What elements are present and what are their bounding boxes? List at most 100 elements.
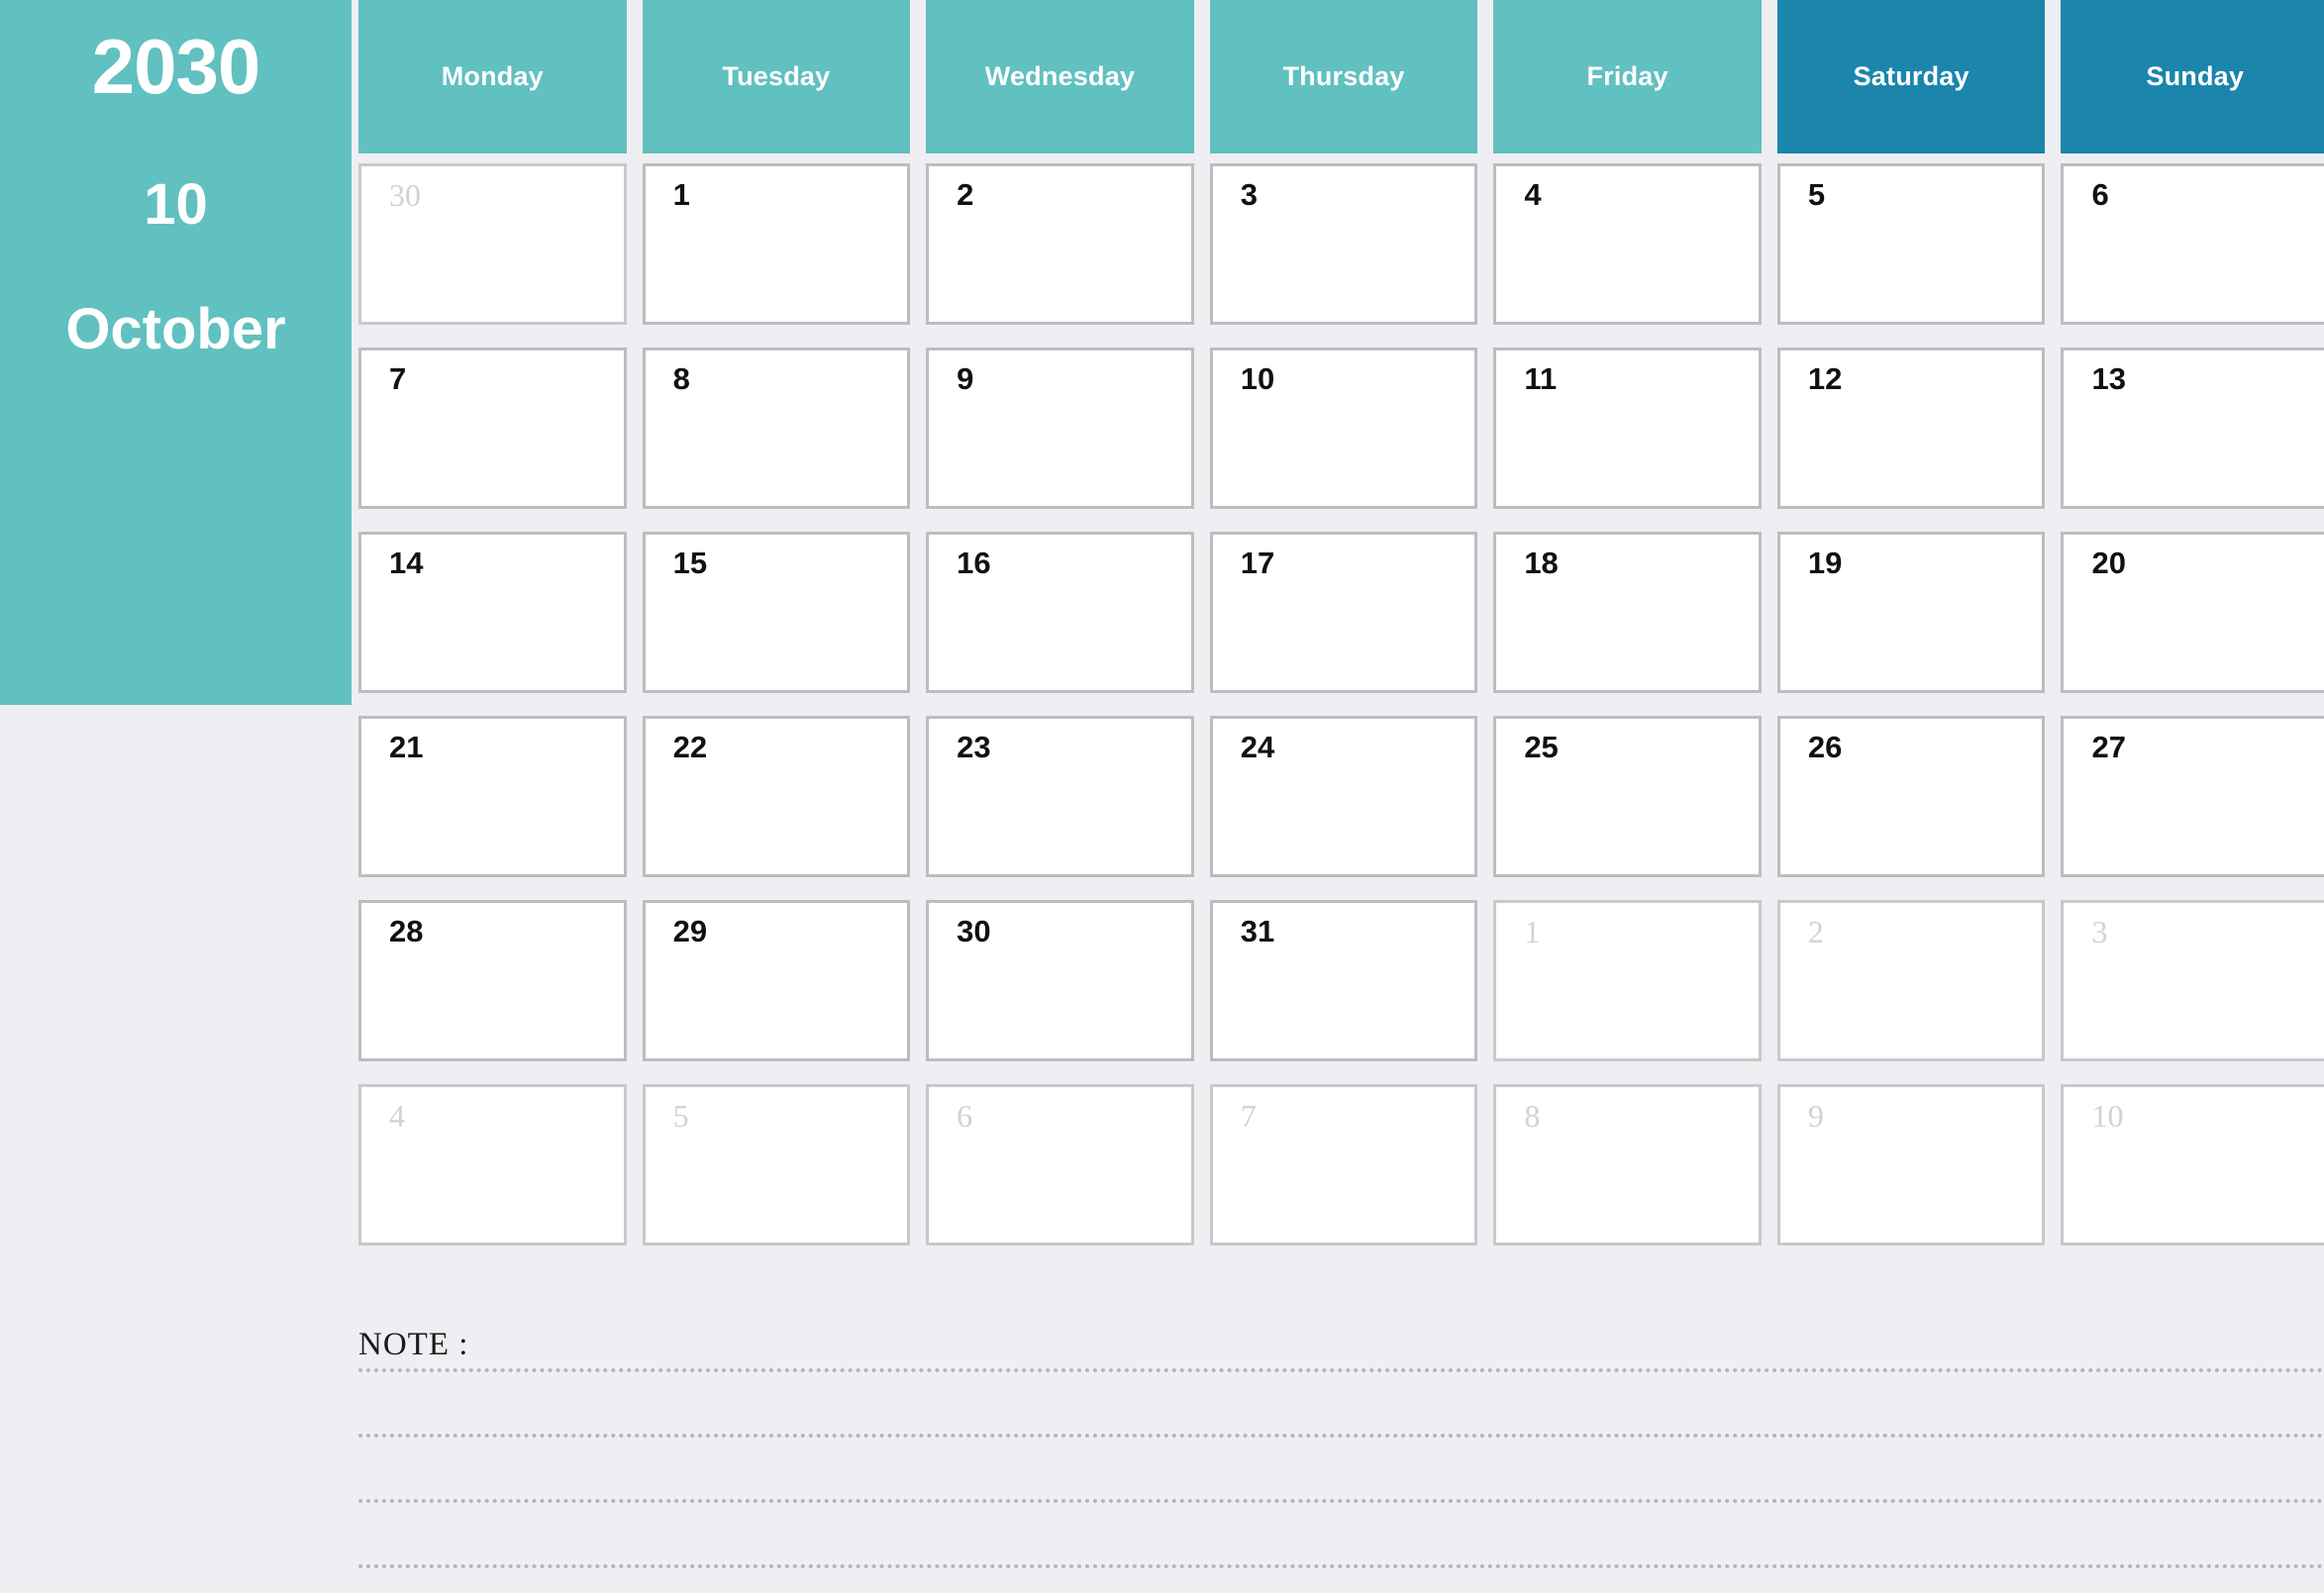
day-number: 31 xyxy=(1240,914,1275,948)
day-number: 2 xyxy=(957,177,974,212)
day-cell[interactable]: 6 xyxy=(2061,163,2324,325)
day-number: 8 xyxy=(672,361,690,396)
note-write-line[interactable] xyxy=(358,1564,2324,1568)
day-cell-wrapper: 8 xyxy=(1493,1074,1762,1258)
day-cell-wrapper: 10 xyxy=(2061,1074,2324,1258)
day-number: 5 xyxy=(672,1098,689,1134)
weekday-header-wednesday: Wednesday xyxy=(926,0,1194,153)
day-number: 2 xyxy=(1807,914,1824,949)
note-lines[interactable] xyxy=(358,1309,2324,1593)
weekday-header-thursday: Thursday xyxy=(1209,0,1478,153)
note-section: NOTE : xyxy=(358,1309,2324,1593)
day-number: 26 xyxy=(1807,730,1843,764)
day-cell-wrapper: 15 xyxy=(642,522,911,706)
day-number: 30 xyxy=(957,914,991,948)
day-number: 4 xyxy=(1524,177,1542,212)
day-number: 27 xyxy=(2091,730,2126,764)
day-cell-wrapper: 3 xyxy=(2061,890,2324,1074)
day-cell-wrapper: 30 xyxy=(926,890,1194,1074)
day-cell[interactable]: 10 xyxy=(1209,348,1478,509)
day-number: 22 xyxy=(672,730,708,764)
day-cell[interactable]: 15 xyxy=(642,532,911,693)
day-number: 24 xyxy=(1240,730,1275,764)
calendar-grid: Monday Tuesday Wednesday Thursday Friday Satu… xyxy=(358,0,2324,1259)
day-number: 16 xyxy=(957,546,991,580)
weekday-header-sunday: Sunday xyxy=(2061,0,2324,153)
note-write-line[interactable] xyxy=(358,1368,2324,1372)
day-cell-adjacent-month[interactable]: 4 xyxy=(358,1084,627,1245)
day-cell[interactable]: 29 xyxy=(642,900,911,1061)
weekday-header-row: Monday Tuesday Wednesday Thursday Friday Satu… xyxy=(358,0,2324,153)
weekday-header-friday: Friday xyxy=(1493,0,1762,153)
day-cell-adjacent-month[interactable]: 30 xyxy=(358,163,627,325)
day-cell[interactable]: 2 xyxy=(926,163,1194,325)
day-cell[interactable]: 7 xyxy=(358,348,627,509)
day-cell[interactable]: 19 xyxy=(1776,532,2046,693)
day-cell-adjacent-month[interactable]: 9 xyxy=(1776,1084,2046,1245)
day-cell[interactable]: 27 xyxy=(2061,716,2324,877)
day-number: 8 xyxy=(1524,1098,1541,1134)
day-cell-adjacent-month[interactable]: 8 xyxy=(1493,1084,1762,1245)
note-write-line[interactable] xyxy=(358,1499,2324,1503)
day-number: 14 xyxy=(389,546,424,580)
day-cell-wrapper: 3 xyxy=(1209,153,1478,338)
day-number: 6 xyxy=(957,1098,973,1134)
day-cell[interactable]: 8 xyxy=(642,348,911,509)
note-write-line[interactable] xyxy=(358,1434,2324,1438)
week-row: 14 15 16 17 18 19 20 xyxy=(358,522,2324,706)
day-cell-adjacent-month[interactable]: 1 xyxy=(1493,900,1762,1061)
day-cell-adjacent-month[interactable]: 5 xyxy=(642,1084,911,1245)
day-cell[interactable]: 26 xyxy=(1776,716,2046,877)
day-cell-wrapper: 23 xyxy=(926,706,1194,890)
day-number: 15 xyxy=(672,546,708,580)
day-cell-adjacent-month[interactable]: 3 xyxy=(2061,900,2324,1061)
day-cell-wrapper: 13 xyxy=(2061,338,2324,522)
day-cell-wrapper: 9 xyxy=(926,338,1194,522)
day-cell[interactable]: 3 xyxy=(1209,163,1478,325)
day-cell-wrapper: 11 xyxy=(1493,338,1762,522)
day-number: 28 xyxy=(389,914,424,948)
day-cell[interactable]: 5 xyxy=(1776,163,2046,325)
day-cell[interactable]: 11 xyxy=(1493,348,1762,509)
day-cell[interactable]: 18 xyxy=(1493,532,1762,693)
day-cell[interactable]: 13 xyxy=(2061,348,2324,509)
day-cell-adjacent-month[interactable]: 6 xyxy=(926,1084,1194,1245)
day-cell[interactable]: 31 xyxy=(1209,900,1478,1061)
day-cell-wrapper: 21 xyxy=(358,706,627,890)
weekday-header-cell: Wednesday xyxy=(926,0,1194,153)
day-cell-wrapper: 12 xyxy=(1776,338,2046,522)
weekday-header-cell: Thursday xyxy=(1209,0,1478,153)
day-number: 1 xyxy=(672,177,690,212)
day-cell[interactable]: 22 xyxy=(642,716,911,877)
day-cell[interactable]: 25 xyxy=(1493,716,1762,877)
day-cell[interactable]: 30 xyxy=(926,900,1194,1061)
day-cell-wrapper: 22 xyxy=(642,706,911,890)
day-cell-wrapper: 2 xyxy=(1776,890,2046,1074)
day-number: 10 xyxy=(1240,361,1275,396)
day-cell-wrapper: 14 xyxy=(358,522,627,706)
day-cell[interactable]: 14 xyxy=(358,532,627,693)
day-cell-adjacent-month[interactable]: 2 xyxy=(1776,900,2046,1061)
day-number: 7 xyxy=(1240,1098,1257,1134)
weekday-header-cell: Monday xyxy=(358,0,627,153)
day-cell-wrapper: 30 xyxy=(358,153,627,338)
day-cell[interactable]: 16 xyxy=(926,532,1194,693)
day-cell-adjacent-month[interactable]: 7 xyxy=(1209,1084,1478,1245)
day-cell[interactable]: 23 xyxy=(926,716,1194,877)
day-cell[interactable]: 24 xyxy=(1209,716,1478,877)
weekday-header-tuesday: Tuesday xyxy=(642,0,911,153)
day-number: 1 xyxy=(1524,914,1541,949)
day-cell[interactable]: 20 xyxy=(2061,532,2324,693)
week-row: 7 8 9 10 11 12 13 xyxy=(358,338,2324,522)
day-cell[interactable]: 12 xyxy=(1776,348,2046,509)
weekday-header-saturday: Saturday xyxy=(1776,0,2046,153)
day-cell-adjacent-month[interactable]: 10 xyxy=(2061,1084,2324,1245)
day-cell[interactable]: 21 xyxy=(358,716,627,877)
day-cell-wrapper: 7 xyxy=(1209,1074,1478,1258)
day-cell[interactable]: 1 xyxy=(642,163,911,325)
day-cell[interactable]: 9 xyxy=(926,348,1194,509)
day-cell[interactable]: 28 xyxy=(358,900,627,1061)
day-cell[interactable]: 4 xyxy=(1493,163,1762,325)
day-cell[interactable]: 17 xyxy=(1209,532,1478,693)
day-number: 20 xyxy=(2091,546,2126,580)
